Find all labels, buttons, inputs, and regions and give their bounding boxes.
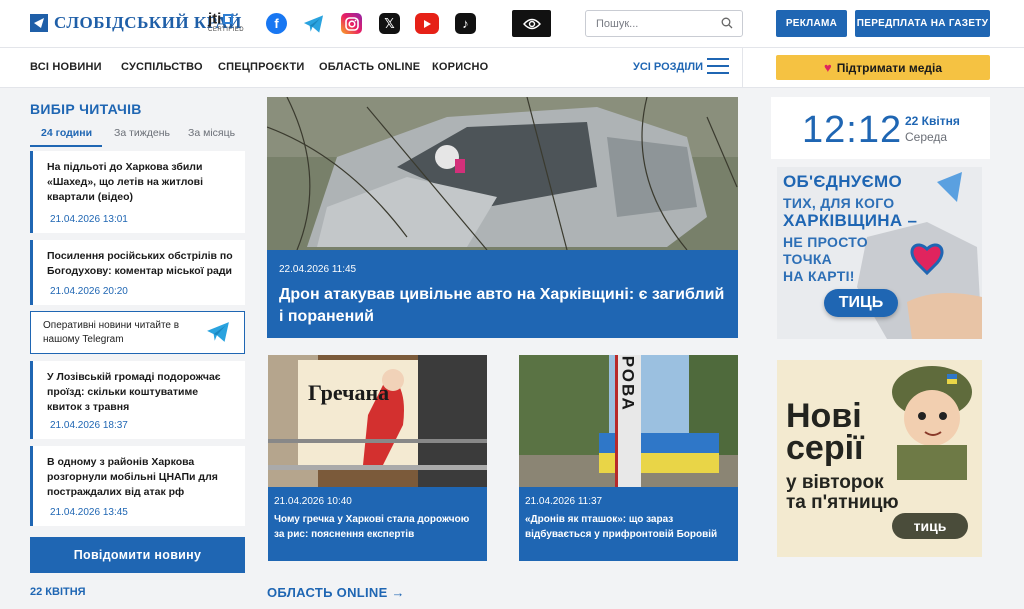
telegram-icon[interactable] — [303, 13, 324, 34]
jti-subtext: CERTIFIED — [208, 26, 245, 33]
nav-item-useful[interactable]: КОРИСНО — [432, 61, 488, 73]
search-icon[interactable] — [721, 17, 733, 29]
borova-sign-text: БОРОВА — [619, 355, 638, 412]
jti-check-icon — [223, 14, 234, 25]
support-media-label: Підтримати медіа — [836, 60, 943, 75]
jti-text: jti — [208, 10, 222, 28]
ad2-mid2: та п'ятницю — [786, 492, 899, 513]
readers-news-item[interactable]: Посилення російських обстрілів по Богоду… — [30, 240, 245, 305]
youtube-icon[interactable] — [415, 13, 439, 34]
news-title: В одному з районів Харкова розгорнули мо… — [47, 456, 218, 498]
eye-icon — [522, 18, 541, 29]
story-caption[interactable]: 21.04.2026 10:40 Чому гречка у Харкові с… — [268, 487, 487, 561]
news-title: Посилення російських обстрілів по Богоду… — [47, 250, 233, 277]
news-date: 21.04.2026 18:37 — [50, 420, 128, 431]
clock-time: 12:12 — [802, 109, 903, 151]
readers-news-item[interactable]: На підльоті до Харкова збили «Шахед», що… — [30, 151, 245, 233]
readers-news-item[interactable]: В одному з районів Харкова розгорнули мо… — [30, 446, 245, 526]
menu-icon[interactable] — [707, 58, 729, 76]
date-heading: 22 КВІТНЯ — [30, 586, 86, 598]
ad1-line: ТОЧКА — [783, 251, 833, 267]
facebook-icon[interactable]: f — [266, 13, 287, 34]
main-story-date: 22.04.2026 11:45 — [279, 264, 357, 275]
nav-item-all-news[interactable]: ВСІ НОВИНИ — [30, 61, 102, 73]
news-title: На підльоті до Харкова збили «Шахед», що… — [47, 161, 204, 203]
buckwheat-label: Гречана — [308, 380, 389, 405]
x-icon[interactable]: 𝕏 — [379, 13, 400, 34]
accessibility-button[interactable] — [512, 10, 551, 37]
heart-icon: ♥ — [823, 60, 832, 75]
story-title: Чому гречка у Харкові стала дорожчою за … — [274, 514, 470, 540]
ad1-line: ТИХ, ДЛЯ КОГО — [783, 195, 895, 211]
oblast-online-link[interactable]: ОБЛАСТЬ ONLINE → — [267, 585, 405, 600]
news-date: 21.04.2026 20:20 — [50, 286, 128, 297]
story-image-borova[interactable]: БОРОВА — [519, 355, 738, 487]
story-date: 21.04.2026 11:37 — [525, 496, 603, 507]
support-media-button[interactable]: ♥ Підтримати медіа — [776, 55, 990, 80]
clock-widget: 12:12 22 Квітня Середа — [771, 97, 990, 159]
telegram-icon — [207, 322, 229, 342]
ad2-big2: серії — [786, 429, 864, 467]
telegram-promo[interactable]: Оперативні новини читайте в нашому Teleg… — [30, 311, 245, 354]
ad2-mid1: у вівторок — [786, 472, 884, 493]
ad1-line: ХАРКІВЩИНА – — [783, 211, 918, 230]
story-caption[interactable]: 21.04.2026 11:37 «Дронів як пташок»: що … — [519, 487, 738, 561]
nav-item-special-projects[interactable]: СПЕЦПРОЄКТИ — [218, 61, 305, 73]
ad2-big-text: Нові серії — [786, 399, 864, 467]
tiktok-icon[interactable]: ♪ — [455, 13, 476, 34]
advertising-button[interactable]: РЕКЛАМА — [776, 10, 847, 37]
nav-item-society[interactable]: СУСПІЛЬСТВО — [121, 61, 203, 73]
clock-date: 22 Квітня — [905, 114, 960, 128]
main-nav: ВСІ НОВИНИ СУСПІЛЬСТВО СПЕЦПРОЄКТИ ОБЛАС… — [0, 48, 1024, 88]
story-image-buckwheat[interactable]: Гречана — [268, 355, 487, 487]
main-story-image[interactable] — [267, 97, 738, 250]
top-bar: СЛОБІДСЬКИЙ КРАЙ jti CERTIFIED f 𝕏 ♪ РЕК… — [0, 0, 1024, 48]
story-title: «Дронів як пташок»: що зараз відбуваєтьс… — [525, 514, 718, 540]
news-title: У Лозівській громаді подорожчає проїзд: … — [47, 371, 221, 413]
main-story-caption[interactable]: 22.04.2026 11:45 Дрон атакував цивільне … — [267, 250, 738, 338]
readers-choice-tabs: 24 години За тиждень За місяць — [30, 127, 245, 147]
search-box — [585, 10, 743, 37]
jti-certified-badge[interactable]: jti CERTIFIED — [208, 11, 244, 37]
clock-day: Середа — [905, 130, 948, 144]
ad1-line: НА КАРТІ! — [783, 268, 855, 284]
news-date: 21.04.2026 13:45 — [50, 507, 128, 518]
readers-choice-title: ВИБІР ЧИТАЧІВ — [30, 101, 142, 117]
ad1-line: НЕ ПРОСТО — [783, 234, 868, 250]
ad2-tyts-button[interactable]: тиць — [892, 513, 968, 539]
banner-new-series[interactable]: Нові серії у вівторок та п'ятницю тиць — [777, 360, 982, 557]
tab-month[interactable]: За місяць — [188, 127, 235, 139]
readers-news-item[interactable]: У Лозівській громаді подорожчає проїзд: … — [30, 361, 245, 439]
banner-kharkiv-region[interactable]: ОБ'ЄДНУЄМО ТИХ, ДЛЯ КОГО ХАРКІВЩИНА – НЕ… — [777, 167, 982, 339]
tab-24-hours[interactable]: 24 години — [41, 127, 92, 139]
instagram-icon[interactable] — [341, 13, 362, 34]
main-story-title: Дрон атакував цивільне авто на Харківщин… — [279, 286, 725, 325]
nav-divider — [742, 48, 743, 88]
active-tab-underline — [30, 145, 102, 147]
all-sections-link[interactable]: УСІ РОЗДІЛИ — [633, 61, 703, 73]
tab-week[interactable]: За тиждень — [114, 127, 170, 139]
ad2-mid-text: у вівторок та п'ятницю — [786, 473, 899, 513]
ad1-tyts-button[interactable]: ТИЦЬ — [824, 289, 898, 317]
story-date: 21.04.2026 10:40 — [274, 496, 352, 507]
telegram-promo-text: Оперативні новини читайте в нашому Teleg… — [43, 320, 180, 345]
logo-mark-icon — [30, 14, 48, 32]
subscribe-newspaper-button[interactable]: ПЕРЕДПЛАТА НА ГАЗЕТУ — [855, 10, 990, 37]
ad1-line: ОБ'ЄДНУЄМО — [783, 172, 903, 191]
search-input[interactable] — [586, 11, 710, 36]
news-date: 21.04.2026 13:01 — [50, 214, 128, 225]
report-news-button[interactable]: Повідомити новину — [30, 537, 245, 573]
nav-item-oblast-online[interactable]: ОБЛАСТЬ ONLINE — [319, 61, 420, 73]
